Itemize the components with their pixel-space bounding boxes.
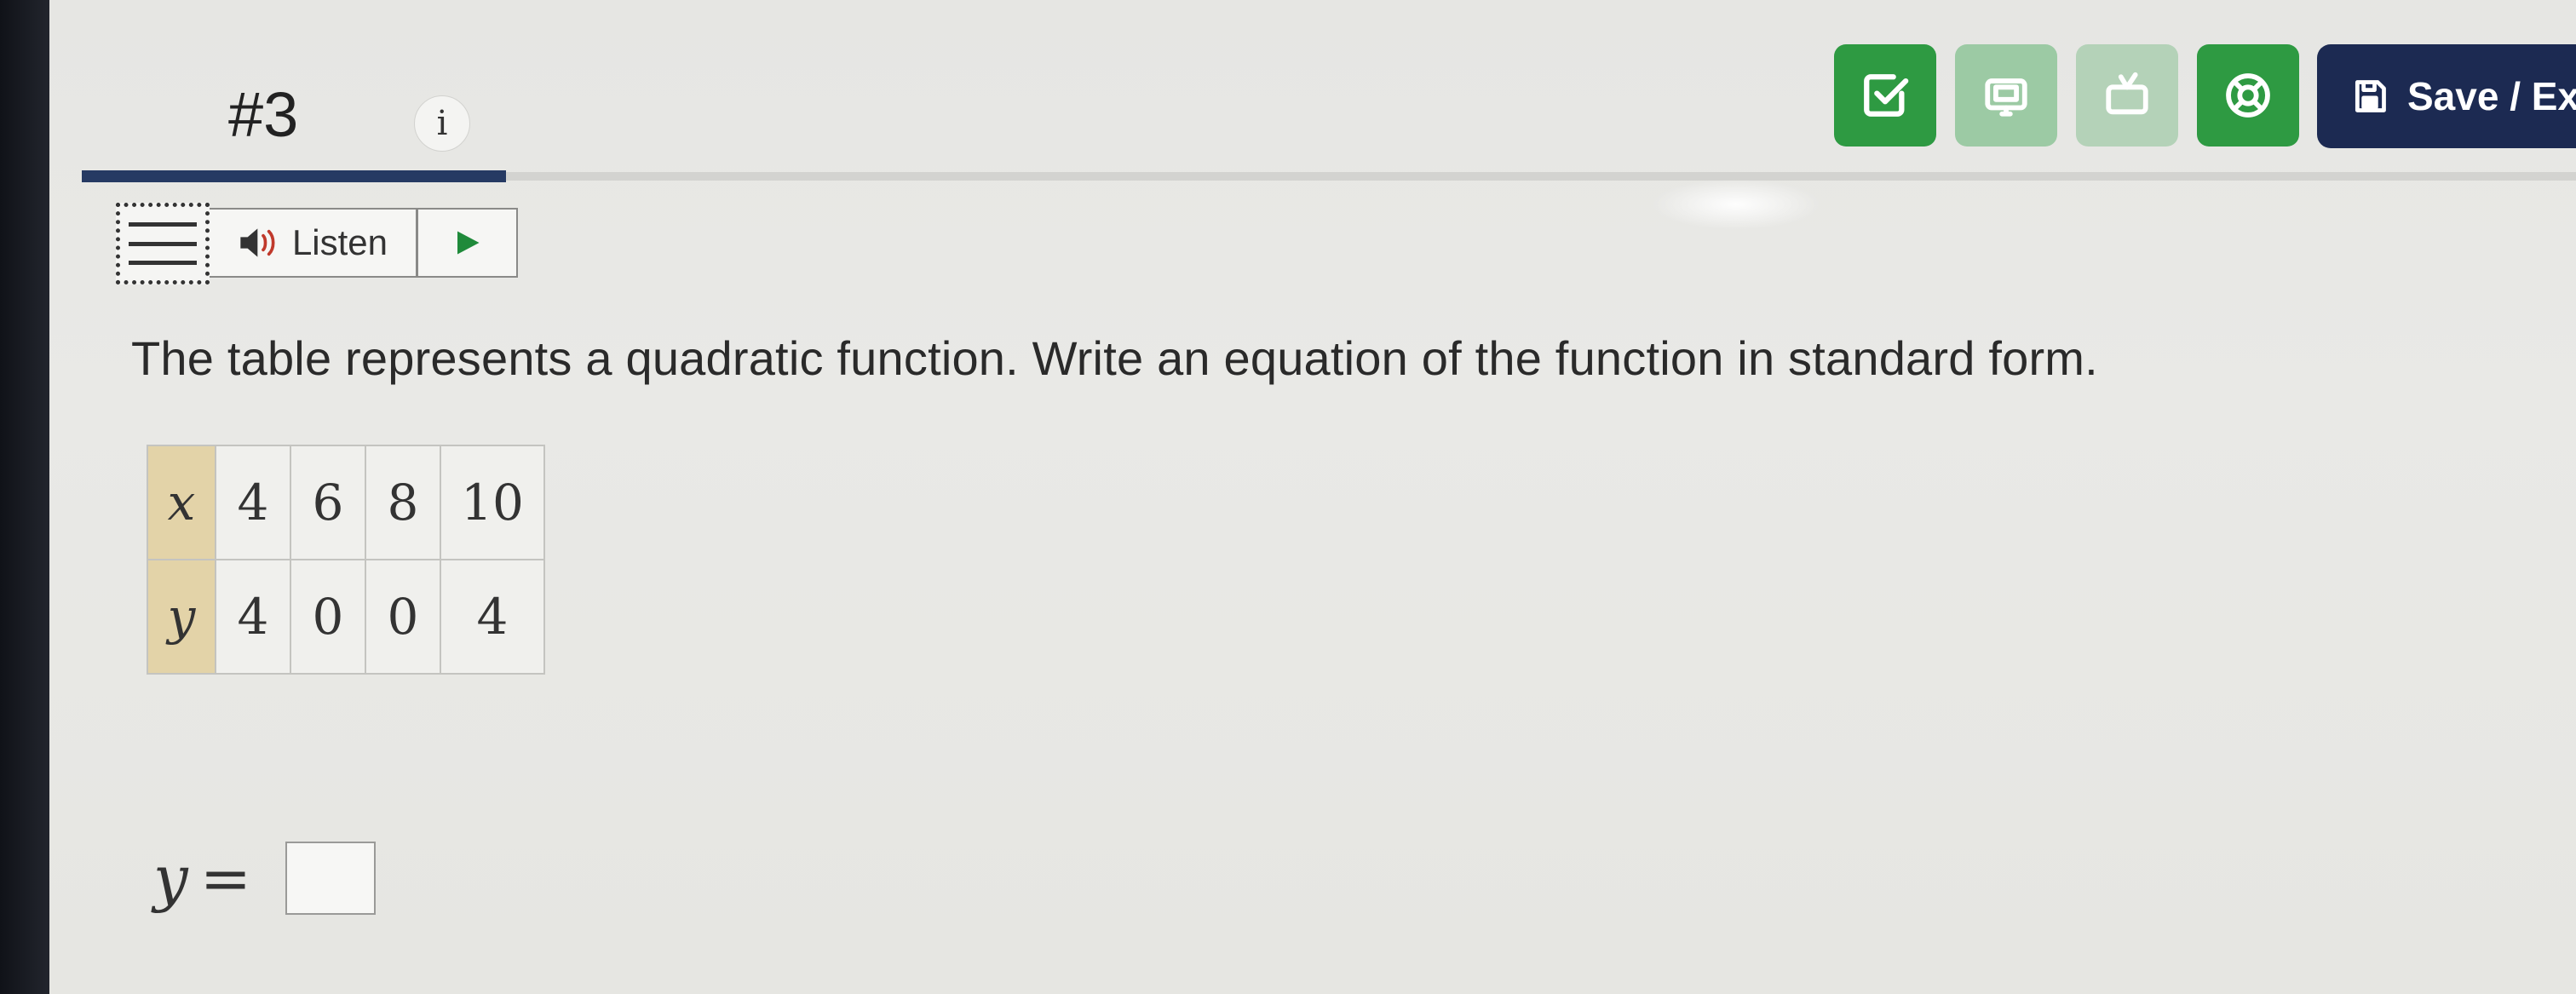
answer-row: y = [153, 842, 377, 915]
help-button[interactable] [2197, 44, 2299, 147]
listen-toolbar: Listen [116, 203, 518, 284]
table-cell: 6 [290, 445, 366, 560]
question-text: The table represents a quadratic functio… [131, 331, 2098, 385]
calculator-icon [1985, 78, 2027, 117]
floppy-disk-icon [2355, 80, 2386, 112]
question-number: #3 [228, 79, 299, 150]
play-icon [457, 231, 479, 255]
check-square-icon [1864, 74, 1909, 117]
info-icon: i [436, 104, 448, 143]
table-cell: 4 [215, 559, 291, 675]
toolbar-menu-icon[interactable] [116, 203, 210, 284]
video-help-button[interactable] [2076, 44, 2178, 147]
tv-icon [2106, 72, 2148, 115]
answer-equals: = [199, 842, 252, 914]
table-row: x 4 6 8 10 [147, 445, 545, 560]
row-header-y: y [147, 559, 216, 675]
monitor-bezel [0, 0, 49, 994]
lifebuoy-icon [2226, 73, 2270, 118]
assignment-screen: #3 i Save / Exi Listen The table represe… [49, 0, 2576, 994]
table-cell: 0 [290, 559, 366, 675]
table-cell: 10 [440, 445, 545, 560]
screen-glare [1651, 179, 1821, 230]
table-cell: 4 [440, 559, 545, 675]
info-button[interactable]: i [414, 95, 470, 152]
calculator-button[interactable] [1955, 44, 2057, 147]
answer-input[interactable] [285, 842, 377, 915]
progress-bar [82, 170, 2576, 182]
table-cell: 8 [365, 445, 441, 560]
speaker-icon [240, 228, 275, 257]
play-button[interactable] [417, 208, 518, 278]
answer-variable: y [153, 842, 188, 914]
check-answer-button[interactable] [1834, 44, 1936, 147]
save-exit-label: Save / Exi [2407, 74, 2576, 118]
table-cell: 0 [365, 559, 441, 675]
listen-label: Listen [291, 222, 388, 262]
progress-bar-fill [82, 170, 506, 182]
table-cell: 4 [215, 445, 291, 560]
function-table: x 4 6 8 10 y 4 0 0 4 [147, 445, 545, 675]
table-row: y 4 0 0 4 [147, 559, 545, 675]
save-exit-button[interactable]: Save / Exi [2317, 44, 2576, 148]
row-header-x: x [147, 445, 216, 560]
listen-button[interactable]: Listen [210, 208, 417, 278]
